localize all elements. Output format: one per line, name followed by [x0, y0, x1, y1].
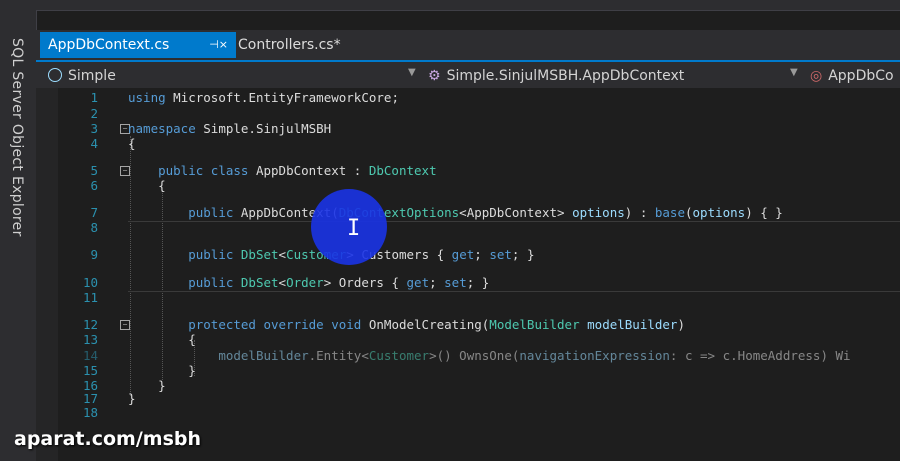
class-name: Simple.SinjulMSBH.AppDbContext [446, 68, 685, 84]
pin-close-icon[interactable]: ⊣× [209, 32, 228, 58]
code-text: } [128, 391, 136, 406]
line-number: 14 [82, 348, 98, 363]
member-dropdown[interactable]: ◎ AppDbCo [810, 66, 894, 86]
line-number: 4 [90, 136, 98, 151]
globe-icon [48, 68, 62, 82]
line-number: 6 [90, 178, 98, 193]
line-number: 9 [90, 247, 98, 262]
line-number: 18 [82, 405, 98, 420]
code-text: public DbSet<Order> Orders { get; set; } [188, 275, 490, 290]
tab-appdbcontext[interactable]: AppDbContext.cs ⊣× [40, 32, 236, 58]
line-number: 11 [82, 290, 98, 305]
chevron-down-icon[interactable]: ▼ [790, 67, 798, 78]
code-text: public AppDbContext(DbContextOptions<App… [188, 205, 783, 220]
member-icon: ◎ [810, 68, 823, 84]
project-dropdown[interactable]: Simple [48, 66, 116, 86]
line-number: 12 [82, 317, 98, 332]
navigation-bar: Simple ▼ ⚙ Simple.SinjulMSBH.AppDbContext… [36, 60, 900, 89]
sql-server-object-explorer-sidebar[interactable]: SQL Server Object Explorer [0, 10, 37, 461]
watermark: aparat.com/msbh [14, 428, 202, 450]
line-number: 15 [82, 363, 98, 378]
code-text: { [128, 178, 166, 193]
document-tabs: AppDbContext.cs ⊣× Controllers.cs* [36, 30, 900, 60]
code-text: namespace Simple.SinjulMSBH [128, 121, 332, 136]
line-number: 8 [90, 220, 98, 235]
code-text: { [128, 332, 196, 347]
sidebar-label[interactable]: SQL Server Object Explorer [9, 38, 25, 237]
code-text: modelBuilder.Entity<Customer>() OwnsOne(… [218, 348, 851, 363]
tab-label: AppDbContext.cs [48, 37, 170, 53]
line-number: 7 [90, 205, 98, 220]
line-number: 1 [90, 90, 98, 105]
class-icon: ⚙ [428, 68, 441, 84]
line-number: 2 [90, 106, 98, 121]
title-strip [0, 0, 900, 11]
line-number: 10 [82, 275, 98, 290]
code-text: protected override void OnModelCreating(… [188, 317, 685, 332]
class-dropdown[interactable]: ⚙ Simple.SinjulMSBH.AppDbContext [428, 66, 684, 86]
line-number: 5 [90, 163, 98, 178]
indicator-margin [36, 88, 58, 461]
project-name: Simple [68, 68, 116, 84]
line-separator [128, 221, 900, 222]
code-text: } [128, 363, 196, 378]
code-editor[interactable]: 1 using Microsoft.EntityFrameworkCore; 2 … [36, 88, 900, 461]
member-name: AppDbCo [828, 68, 894, 84]
tab-controllers[interactable]: Controllers.cs* [230, 32, 349, 58]
code-text: public class AppDbContext : DbContext [158, 163, 437, 178]
ibeam-cursor-icon: I [347, 216, 361, 241]
code-text: using Microsoft.EntityFrameworkCore; [128, 90, 399, 105]
line-separator [128, 291, 900, 292]
line-number: 3 [90, 121, 98, 136]
code-text: { [128, 136, 136, 151]
chevron-down-icon[interactable]: ▼ [408, 67, 416, 78]
tab-label: Controllers.cs* [238, 37, 341, 53]
line-number: 13 [82, 332, 98, 347]
